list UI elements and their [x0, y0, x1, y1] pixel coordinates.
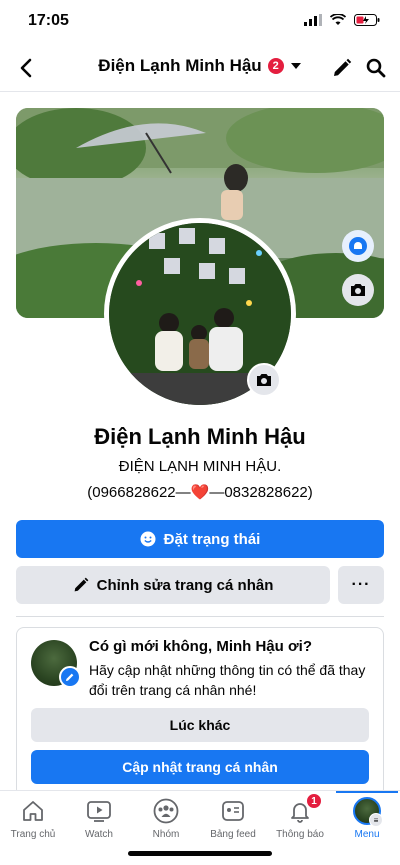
status-time: 17:05: [28, 12, 69, 29]
battery-icon: [354, 14, 380, 26]
header-title: Điện Lạnh Minh Hậu: [98, 56, 262, 75]
nav-item-groups[interactable]: Nhóm: [134, 797, 198, 847]
pencil-icon: [334, 58, 352, 76]
update-profile-button[interactable]: Cập nhật trang cá nhân: [31, 750, 369, 784]
set-status-label: Đặt trạng thái: [163, 530, 261, 548]
camera-icon: [351, 284, 365, 296]
profile-bio-line1: ĐIỆN LẠNH MINH HẬU.: [118, 458, 282, 475]
wifi-icon: [330, 14, 346, 25]
nav-item-watch[interactable]: Watch: [67, 797, 131, 847]
feed-icon: [219, 797, 247, 825]
shield-icon: [349, 237, 367, 255]
notifications-badge: 1: [306, 793, 322, 809]
menu-avatar-icon: ≡: [353, 797, 383, 827]
nav-label-groups: Nhóm: [152, 829, 180, 840]
smiley-icon: [140, 531, 156, 547]
nav-label-home: Trang chủ: [10, 829, 56, 840]
avatar-camera-button[interactable]: [247, 363, 281, 397]
status-icons: [304, 14, 380, 26]
caret-down-icon: [290, 63, 301, 69]
more-options-button[interactable]: ···: [338, 566, 384, 604]
cover-camera-button[interactable]: [342, 274, 374, 306]
card-title: Có gì mới không, Minh Hậu ơi?: [89, 638, 312, 655]
later-button[interactable]: Lúc khác: [31, 708, 369, 742]
home-icon: [19, 797, 47, 825]
profile-header: Điện Lạnh Minh Hậu 2: [0, 44, 400, 92]
nav-item-feed[interactable]: Bảng feed: [201, 797, 265, 847]
nav-item-home[interactable]: Trang chủ: [1, 797, 65, 847]
update-profile-label: Cập nhật trang cá nhân: [122, 759, 278, 775]
pencil-icon: [74, 577, 89, 592]
nav-item-menu[interactable]: ≡ Menu: [335, 797, 399, 847]
nav-label-feed: Bảng feed: [210, 829, 256, 840]
nav-label-menu: Menu: [354, 829, 380, 840]
profile-guard-button[interactable]: [342, 230, 374, 262]
home-indicator: [128, 851, 272, 856]
nav-item-notifications[interactable]: 1 Thông báo: [268, 793, 332, 847]
bell-icon: 1: [286, 793, 322, 825]
watch-icon: [85, 797, 113, 825]
edit-profile-button[interactable]: Chỉnh sửa trang cá nhân: [16, 566, 330, 604]
edit-profile-label: Chỉnh sửa trang cá nhân: [96, 576, 274, 594]
pencil-icon: [66, 673, 74, 681]
menu-avatar: ≡: [353, 797, 383, 827]
set-status-button[interactable]: Đặt trạng thái: [16, 520, 384, 558]
card-description: Hãy cập nhật những thông tin có thể đã t…: [89, 662, 366, 698]
nav-label-watch: Watch: [85, 829, 113, 840]
profile-name: Điện Lạnh Minh Hậu: [94, 424, 306, 449]
section-divider: [16, 616, 384, 617]
header-badge: 2: [267, 58, 284, 74]
card-edit-badge: [59, 666, 81, 688]
profile-bio-line2: (0966828622—❤️—0832828622): [87, 484, 313, 501]
nav-label-notifications: Thông báo: [276, 829, 324, 840]
search-button[interactable]: [362, 54, 390, 82]
menu-lines-icon: ≡: [369, 813, 383, 827]
nav-active-indicator: [336, 791, 398, 793]
signal-icon: [304, 14, 322, 26]
more-icon: ···: [351, 576, 371, 593]
later-label: Lúc khác: [169, 717, 231, 733]
status-bar: 17:05: [0, 0, 400, 44]
camera-icon: [257, 374, 271, 386]
search-icon: [366, 58, 386, 78]
update-profile-card: Có gì mới không, Minh Hậu ơi? Hãy cập nh…: [16, 627, 384, 797]
groups-icon: [152, 797, 180, 825]
edit-button[interactable]: [328, 54, 356, 82]
